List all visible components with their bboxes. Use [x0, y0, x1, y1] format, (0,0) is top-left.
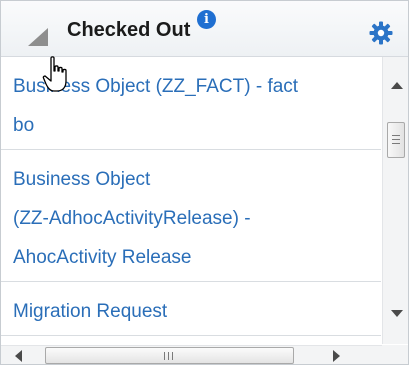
scroll-up-arrow-icon[interactable] [391, 82, 403, 89]
list-item-line: Migration Request [13, 301, 168, 322]
checked-out-panel: Checked Out i Business Object (ZZ_FACT) … [0, 0, 409, 365]
hand-pointer-icon [42, 56, 67, 92]
horizontal-scrollbar[interactable] [1, 345, 382, 364]
info-icon[interactable]: i [197, 10, 216, 29]
grip-line [164, 352, 165, 360]
scroll-down-arrow-icon[interactable] [391, 310, 403, 317]
scroll-right-arrow-icon[interactable] [333, 350, 340, 362]
gear-icon[interactable] [369, 21, 393, 45]
checked-out-list: Business Object (ZZ_FACT) - fact bo Busi… [1, 57, 381, 344]
scroll-left-arrow-icon[interactable] [15, 350, 22, 362]
grip-line [392, 143, 400, 144]
list-item-line: AhocActivity Release [13, 247, 192, 268]
panel-header: Checked Out i [1, 1, 408, 57]
grip-line [392, 139, 400, 140]
vertical-scrollbar[interactable] [382, 57, 408, 344]
list-item-line: (ZZ-AdhocActivityRelease) - [13, 208, 251, 229]
list-item-line: Business Object [13, 169, 151, 190]
grip-line [392, 135, 400, 136]
scrollbar-corner [382, 345, 408, 364]
grip-line [172, 352, 173, 360]
panel-title: Checked Out [67, 19, 191, 41]
list-item-line: bo [13, 115, 35, 136]
horizontal-scroll-thumb[interactable] [45, 347, 294, 364]
grip-line [168, 352, 169, 360]
list-item[interactable]: Migration Request [1, 282, 381, 336]
vertical-scroll-thumb[interactable] [387, 122, 405, 158]
collapse-triangle-icon[interactable] [28, 28, 48, 46]
list-item[interactable]: Business Object (ZZ-AdhocActivityRelease… [1, 150, 381, 282]
